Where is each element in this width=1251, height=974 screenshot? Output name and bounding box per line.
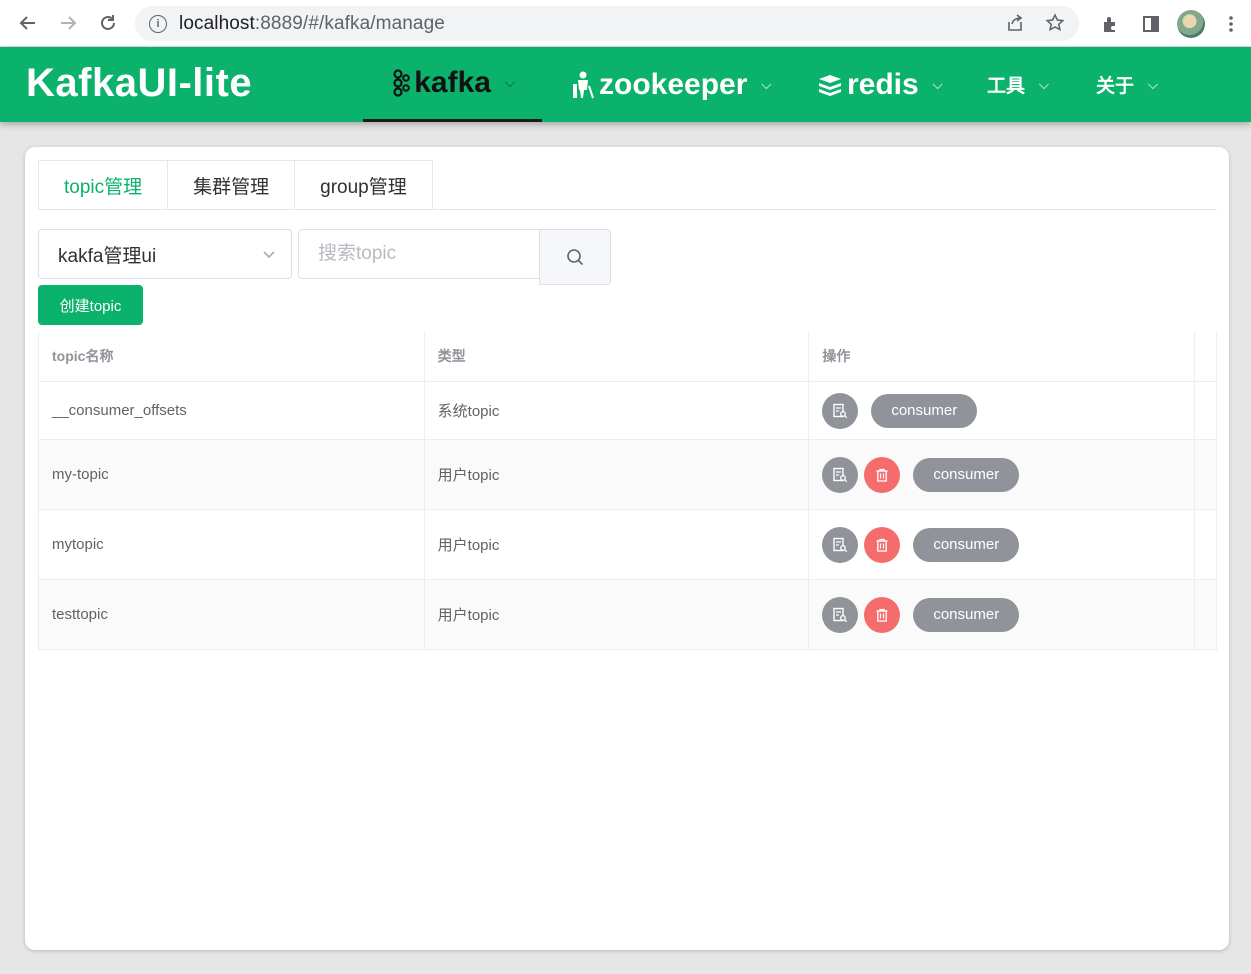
document-search-icon bbox=[833, 607, 848, 622]
trash-icon bbox=[876, 608, 888, 622]
menu-redis[interactable]: redis ⌵ bbox=[817, 47, 943, 122]
menu-about[interactable]: 关于 ⌵ bbox=[1096, 47, 1158, 122]
arrow-left-icon bbox=[19, 16, 35, 30]
chevron-down-icon: ⌵ bbox=[1039, 76, 1049, 92]
document-search-icon bbox=[833, 403, 848, 418]
topic-type-cell: 用户topic bbox=[425, 440, 810, 509]
topic-name-cell: my-topic bbox=[39, 440, 425, 509]
delete-topic-button[interactable] bbox=[864, 596, 901, 633]
consumer-button[interactable]: consumer bbox=[913, 597, 1020, 632]
more-menu-icon[interactable] bbox=[1211, 4, 1251, 44]
back-button[interactable] bbox=[8, 3, 48, 43]
topic-type-cell: 系统topic bbox=[425, 382, 810, 439]
actions-cell: consumer bbox=[809, 510, 1196, 579]
profile-avatar[interactable] bbox=[1171, 4, 1211, 44]
main-card: topic管理 集群管理 group管理 kakfa管理ui 创建topic t… bbox=[25, 147, 1229, 950]
browser-toolbar: i localhost:8889/#/kafka/manage bbox=[0, 0, 1251, 47]
chevron-down-icon bbox=[263, 251, 275, 259]
tab-group-manage[interactable]: group管理 bbox=[295, 160, 433, 210]
redis-icon bbox=[819, 74, 841, 96]
zookeeper-icon bbox=[573, 71, 594, 98]
column-header-type: 类型 bbox=[425, 331, 810, 381]
table-header-row: topic名称 类型 操作 bbox=[39, 331, 1217, 382]
actions-cell: consumer bbox=[809, 382, 1196, 439]
app-header: KafkaUI-lite kafka ⌵ zookeeper ⌵ redis ⌵… bbox=[0, 47, 1251, 122]
document-search-icon bbox=[833, 467, 848, 482]
url-host: localhost bbox=[179, 12, 255, 34]
topic-table: topic名称 类型 操作 __consumer_offsets 系统topic… bbox=[38, 331, 1217, 650]
reload-button[interactable] bbox=[88, 3, 128, 43]
gutter-cell bbox=[1195, 382, 1217, 439]
gutter-cell bbox=[1195, 331, 1217, 381]
search-field bbox=[298, 229, 540, 279]
tabs-divider bbox=[38, 209, 1217, 210]
delete-topic-button[interactable] bbox=[864, 526, 901, 563]
kafka-icon bbox=[393, 69, 411, 97]
view-topic-button[interactable] bbox=[822, 392, 859, 429]
column-header-name: topic名称 bbox=[39, 331, 425, 381]
search-button[interactable] bbox=[539, 229, 611, 285]
topic-type-cell: 用户topic bbox=[425, 510, 810, 579]
star-icon[interactable] bbox=[1045, 13, 1065, 33]
chevron-down-icon: ⌵ bbox=[1148, 76, 1158, 92]
tab-cluster-manage[interactable]: 集群管理 bbox=[168, 160, 296, 210]
share-icon[interactable] bbox=[1005, 13, 1025, 33]
menu-zookeeper-label: zookeeper bbox=[599, 67, 748, 101]
view-topic-button[interactable] bbox=[822, 456, 859, 493]
topic-name-cell: __consumer_offsets bbox=[39, 382, 425, 439]
view-topic-button[interactable] bbox=[822, 526, 859, 563]
table-row: testtopic 用户topic consumer bbox=[39, 580, 1217, 650]
table-row: my-topic 用户topic consumer bbox=[39, 440, 1217, 510]
actions-cell: consumer bbox=[809, 440, 1196, 509]
topic-type-cell: 用户topic bbox=[425, 580, 810, 649]
gutter-cell bbox=[1195, 580, 1217, 649]
trash-icon bbox=[876, 468, 888, 482]
site-info-icon[interactable]: i bbox=[149, 14, 167, 33]
extensions-icon[interactable] bbox=[1091, 4, 1131, 44]
delete-topic-button[interactable] bbox=[864, 456, 901, 493]
gutter-cell bbox=[1195, 440, 1217, 509]
menu-about-label: 关于 bbox=[1096, 76, 1135, 97]
address-bar[interactable]: i localhost:8889/#/kafka/manage bbox=[135, 6, 1079, 41]
column-header-actions: 操作 bbox=[809, 331, 1196, 381]
table-row: mytopic 用户topic consumer bbox=[39, 510, 1217, 580]
forward-button[interactable] bbox=[48, 3, 88, 43]
side-panel-icon[interactable] bbox=[1131, 4, 1171, 44]
view-topic-button[interactable] bbox=[822, 596, 859, 633]
chevron-down-icon: ⌵ bbox=[504, 75, 515, 90]
menu-redis-label: redis bbox=[847, 67, 919, 101]
tab-bar: topic管理 集群管理 group管理 bbox=[38, 160, 433, 210]
consumer-button[interactable]: consumer bbox=[871, 393, 978, 428]
chevron-down-icon: ⌵ bbox=[932, 76, 943, 92]
app-logo: KafkaUI-lite bbox=[26, 61, 253, 105]
document-search-icon bbox=[833, 537, 848, 552]
cluster-select-value: kakfa管理ui bbox=[58, 245, 157, 267]
menu-tools-label: 工具 bbox=[987, 76, 1026, 97]
table-row: __consumer_offsets 系统topic consumer bbox=[39, 382, 1217, 440]
actions-cell: consumer bbox=[809, 580, 1196, 649]
consumer-button[interactable]: consumer bbox=[913, 527, 1020, 562]
menu-tools[interactable]: 工具 ⌵ bbox=[987, 47, 1049, 122]
topic-name-cell: mytopic bbox=[39, 510, 425, 579]
avatar bbox=[1177, 9, 1205, 38]
menu-zookeeper[interactable]: zookeeper ⌵ bbox=[571, 47, 771, 122]
menu-kafka[interactable]: kafka ⌵ bbox=[363, 47, 542, 122]
tab-topic-manage[interactable]: topic管理 bbox=[38, 160, 169, 210]
create-topic-button[interactable]: 创建topic bbox=[38, 285, 143, 325]
gutter-cell bbox=[1195, 510, 1217, 579]
menu-kafka-label: kafka bbox=[414, 66, 491, 99]
chevron-down-icon: ⌵ bbox=[761, 76, 772, 92]
search-icon bbox=[567, 249, 584, 266]
search-input[interactable] bbox=[318, 243, 518, 265]
trash-icon bbox=[876, 538, 888, 552]
arrow-right-icon bbox=[61, 16, 77, 30]
cluster-select[interactable]: kakfa管理ui bbox=[38, 229, 292, 279]
reload-icon bbox=[101, 15, 115, 30]
consumer-button[interactable]: consumer bbox=[913, 457, 1020, 492]
url-text[interactable]: localhost:8889/#/kafka/manage bbox=[179, 13, 445, 35]
url-path: :8889/#/kafka/manage bbox=[254, 12, 445, 34]
topic-name-cell: testtopic bbox=[39, 580, 425, 649]
